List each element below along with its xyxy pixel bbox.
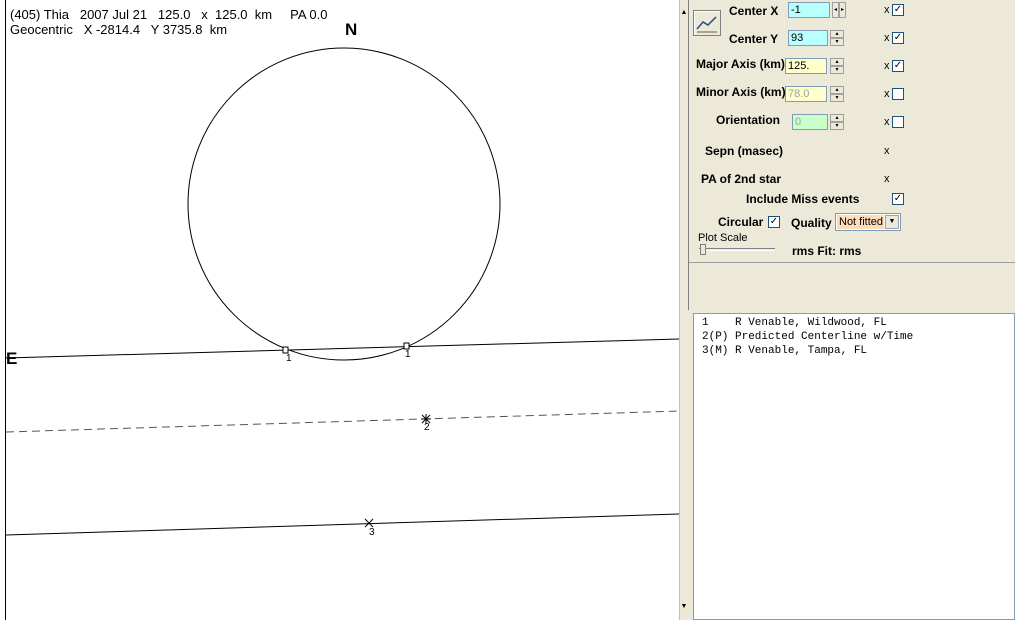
plot-vertical-scrollbar[interactable]: ▲ ▼ [679,0,687,620]
controls-separator [689,262,1015,263]
spin-up-icon[interactable]: ▴ [830,30,844,38]
plot-button[interactable] [693,10,721,36]
minor-axis-spinner[interactable]: ▴ ▾ [830,86,844,102]
orientation-spinner[interactable]: ▴ ▾ [830,114,844,130]
quality-label: Quality [791,216,832,230]
center-x-label: Center X [729,4,779,18]
orientation-label: Orientation [716,113,781,127]
scroll-down-icon[interactable]: ▼ [680,602,688,612]
major-axis-input[interactable]: 125. [785,58,827,74]
orientation-fit-checkbox[interactable] [892,116,904,128]
center-y-label: Center Y [729,32,779,46]
asteroid-profile-ellipse [187,47,501,361]
center-y-spinner[interactable]: ▴ ▾ [830,30,844,46]
minor-axis-fit-checkbox[interactable] [892,88,904,100]
left-arrow-icon[interactable]: ◂ [832,2,839,18]
chord-line-1 [5,338,679,359]
include-miss-label: Include Miss events [746,192,860,206]
chart-line-icon [696,16,717,33]
minor-axis-label: Minor Axis (km) [696,85,786,99]
chord-3-label: 3 [369,527,375,538]
major-axis-fit-checkbox[interactable]: ✓ [892,60,904,72]
pa-2nd-star-label: PA of 2nd star [701,172,782,186]
chord-1-label-a: 1 [286,353,292,364]
scroll-up-icon[interactable]: ▲ [680,8,688,18]
include-miss-checkbox[interactable]: ✓ [892,193,904,205]
plot-scale-label: Plot Scale [698,232,748,244]
chord-1-label-b: 1 [405,349,411,360]
separation-fit-x: x [884,145,890,157]
chevron-down-icon[interactable]: ▼ [885,215,899,229]
quality-value: Not fitted [837,215,884,229]
observer-list[interactable]: 1 R Venable, Wildwood, FL 2(P) Predicted… [693,313,1015,620]
separation-label: Sepn (masec) [705,144,784,158]
center-x-fit-x: x [884,4,890,16]
list-item[interactable]: 1 R Venable, Wildwood, FL [702,317,887,329]
spin-down-icon[interactable]: ▾ [830,38,844,46]
major-axis-spinner[interactable]: ▴ ▾ [830,58,844,74]
list-item[interactable]: 3(M) R Venable, Tampa, FL [702,345,867,357]
panel-divider [688,0,689,310]
center-x-spinner[interactable]: ◂ ▸ [832,2,846,18]
right-arrow-icon[interactable]: ▸ [839,2,846,18]
list-item[interactable]: 2(P) Predicted Centerline w/Time [702,331,913,343]
orientation-input[interactable]: 0 [792,114,828,130]
major-axis-fit-x: x [884,60,890,72]
spin-up-icon[interactable]: ▴ [830,86,844,94]
center-x-fit-checkbox[interactable]: ✓ [892,4,904,16]
center-y-input[interactable]: 93 [788,30,828,46]
circular-checkbox[interactable]: ✓ [768,216,780,228]
center-y-fit-checkbox[interactable]: ✓ [892,32,904,44]
minor-axis-fit-x: x [884,88,890,100]
spin-up-icon[interactable]: ▴ [830,58,844,66]
chord-line-3 [5,513,679,536]
major-axis-label: Major Axis (km) [696,57,785,71]
plot-scale-slider-thumb[interactable] [700,244,706,255]
circular-label: Circular [718,215,764,229]
pa-2nd-star-fit-x: x [884,173,890,185]
spin-down-icon[interactable]: ▾ [830,66,844,74]
spin-up-icon[interactable]: ▴ [830,114,844,122]
occultation-plot: 1 1 2 3 [5,47,679,538]
orientation-fit-x: x [884,116,890,128]
chord-3-miss-marker [364,518,374,528]
minor-axis-input[interactable]: 78.0 [785,86,827,102]
plot-scale-slider-track[interactable] [699,248,775,251]
chord-line-2 [5,410,679,433]
spin-down-icon[interactable]: ▾ [830,122,844,130]
center-x-input[interactable]: -1 [788,2,830,18]
center-y-fit-x: x [884,32,890,44]
rms-fit-label: rms Fit: rms [792,244,862,258]
plot-area[interactable]: (405) Thia 2007 Jul 21 125.0 x 125.0 km … [0,0,679,620]
chord-2-label: 2 [424,422,430,433]
spin-down-icon[interactable]: ▾ [830,94,844,102]
quality-select[interactable]: Not fitted ▼ [835,213,901,231]
